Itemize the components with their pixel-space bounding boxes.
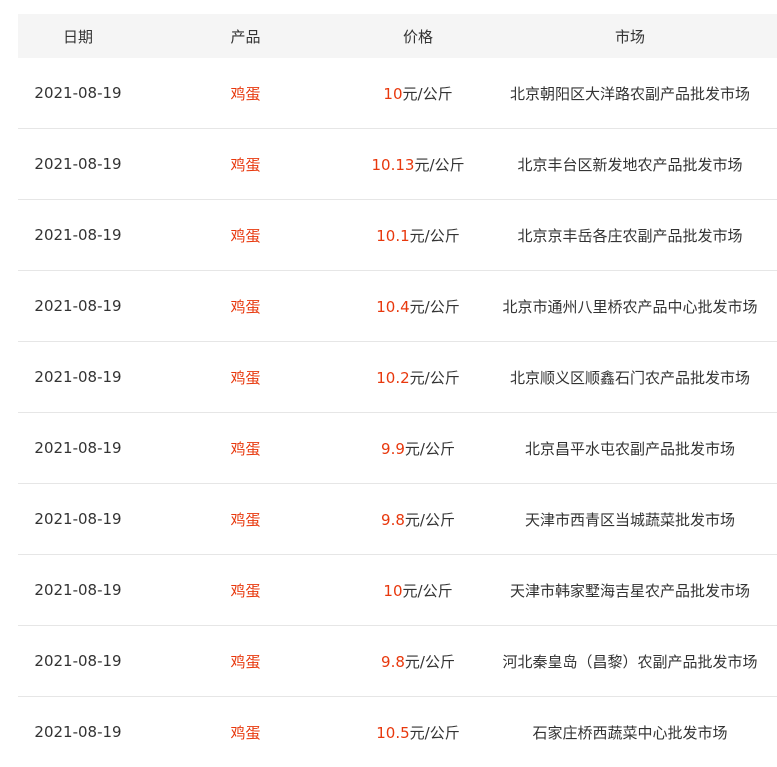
cell-product-link[interactable]: 鸡蛋 (138, 509, 353, 530)
cell-product-link[interactable]: 鸡蛋 (138, 225, 353, 246)
cell-market: 北京市通州八里桥农产品中心批发市场 (502, 297, 758, 316)
cell-price: 10元/公斤 (353, 83, 483, 104)
table-body: 2021-08-19 鸡蛋 10元/公斤 北京朝阳区大洋路农副产品批发市场 2021-0… (18, 58, 777, 767)
cell-product-link[interactable]: 鸡蛋 (138, 722, 353, 743)
cell-market: 北京昌平水屯农副产品批发市场 (524, 439, 735, 458)
table-row: 2021-08-19 鸡蛋 10元/公斤 北京朝阳区大洋路农副产品批发市场 (18, 58, 777, 129)
table-row: 2021-08-19 鸡蛋 9.9元/公斤 北京昌平水屯农副产品批发市场 (18, 413, 777, 484)
price-unit: 元/公斤 (402, 581, 453, 600)
cell-date: 2021-08-19 (34, 368, 122, 386)
cell-date: 2021-08-19 (34, 652, 122, 670)
cell-price: 10.13元/公斤 (353, 154, 483, 175)
cell-price: 9.8元/公斤 (353, 509, 483, 530)
price-unit: 元/公斤 (409, 226, 460, 245)
cell-market: 天津市韩家墅海吉星农产品批发市场 (509, 581, 750, 600)
table-row: 2021-08-19 鸡蛋 10.13元/公斤 北京丰台区新发地农产品批发市场 (18, 129, 777, 200)
cell-date: 2021-08-19 (34, 84, 122, 102)
cell-market: 石家庄桥西蔬菜中心批发市场 (532, 723, 728, 742)
cell-date: 2021-08-19 (34, 581, 122, 599)
price-unit: 元/公斤 (402, 84, 453, 103)
cell-product-link[interactable]: 鸡蛋 (138, 83, 353, 104)
cell-date: 2021-08-19 (34, 297, 122, 315)
price-value: 10.4 (376, 297, 410, 316)
table-header: 日期 产品 价格 市场 (18, 14, 777, 58)
price-unit: 元/公斤 (409, 297, 460, 316)
cell-date: 2021-08-19 (34, 510, 122, 528)
cell-product-link[interactable]: 鸡蛋 (138, 438, 353, 459)
cell-date: 2021-08-19 (34, 723, 122, 741)
cell-price: 9.8元/公斤 (353, 651, 483, 672)
cell-price: 10元/公斤 (353, 580, 483, 601)
cell-product-link[interactable]: 鸡蛋 (138, 580, 353, 601)
price-value: 10.1 (376, 226, 410, 245)
cell-product-link[interactable]: 鸡蛋 (138, 296, 353, 317)
cell-market: 北京朝阳区大洋路农副产品批发市场 (509, 84, 750, 103)
cell-market: 河北秦皇岛（昌黎）农副产品批发市场 (502, 652, 758, 671)
table-row: 2021-08-19 鸡蛋 10.2元/公斤 北京顺义区顺鑫石门农产品批发市场 (18, 342, 777, 413)
price-unit: 元/公斤 (404, 652, 455, 671)
header-date: 日期 (62, 27, 93, 46)
price-table: 日期 产品 价格 市场 2021-08-19 鸡蛋 10元/公斤 北京朝阳区大洋路农副… (18, 14, 777, 767)
header-price: 价格 (402, 27, 433, 46)
price-value: 10.13 (371, 155, 415, 174)
cell-price: 10.1元/公斤 (353, 225, 483, 246)
header-market: 市场 (614, 27, 645, 46)
price-unit: 元/公斤 (409, 723, 460, 742)
cell-market: 北京顺义区顺鑫石门农产品批发市场 (509, 368, 750, 387)
cell-date: 2021-08-19 (34, 226, 122, 244)
price-value: 9.8 (381, 510, 405, 529)
cell-market: 北京丰台区新发地农产品批发市场 (517, 155, 743, 174)
cell-price: 10.5元/公斤 (353, 722, 483, 743)
cell-price: 10.2元/公斤 (353, 367, 483, 388)
price-unit: 元/公斤 (409, 368, 460, 387)
table-row: 2021-08-19 鸡蛋 10元/公斤 天津市韩家墅海吉星农产品批发市场 (18, 555, 777, 626)
cell-price: 10.4元/公斤 (353, 296, 483, 317)
cell-price: 9.9元/公斤 (353, 438, 483, 459)
cell-market: 天津市西青区当城蔬菜批发市场 (524, 510, 735, 529)
table-row: 2021-08-19 鸡蛋 10.4元/公斤 北京市通州八里桥农产品中心批发市场 (18, 271, 777, 342)
table-row: 2021-08-19 鸡蛋 9.8元/公斤 天津市西青区当城蔬菜批发市场 (18, 484, 777, 555)
price-unit: 元/公斤 (404, 510, 455, 529)
price-value: 10 (383, 84, 403, 103)
cell-date: 2021-08-19 (34, 155, 122, 173)
table-row: 2021-08-19 鸡蛋 10.1元/公斤 北京京丰岳各庄农副产品批发市场 (18, 200, 777, 271)
cell-product-link[interactable]: 鸡蛋 (138, 154, 353, 175)
header-product: 产品 (230, 27, 261, 46)
price-value: 10.5 (376, 723, 410, 742)
cell-product-link[interactable]: 鸡蛋 (138, 651, 353, 672)
cell-product-link[interactable]: 鸡蛋 (138, 367, 353, 388)
price-value: 10.2 (376, 368, 410, 387)
price-value: 10 (383, 581, 403, 600)
table-row: 2021-08-19 鸡蛋 9.8元/公斤 河北秦皇岛（昌黎）农副产品批发市场 (18, 626, 777, 697)
price-unit: 元/公斤 (414, 155, 465, 174)
price-value: 9.8 (381, 652, 405, 671)
table-row: 2021-08-19 鸡蛋 10.5元/公斤 石家庄桥西蔬菜中心批发市场 (18, 697, 777, 767)
cell-market: 北京京丰岳各庄农副产品批发市场 (517, 226, 743, 245)
cell-date: 2021-08-19 (34, 439, 122, 457)
price-unit: 元/公斤 (404, 439, 455, 458)
price-value: 9.9 (381, 439, 405, 458)
